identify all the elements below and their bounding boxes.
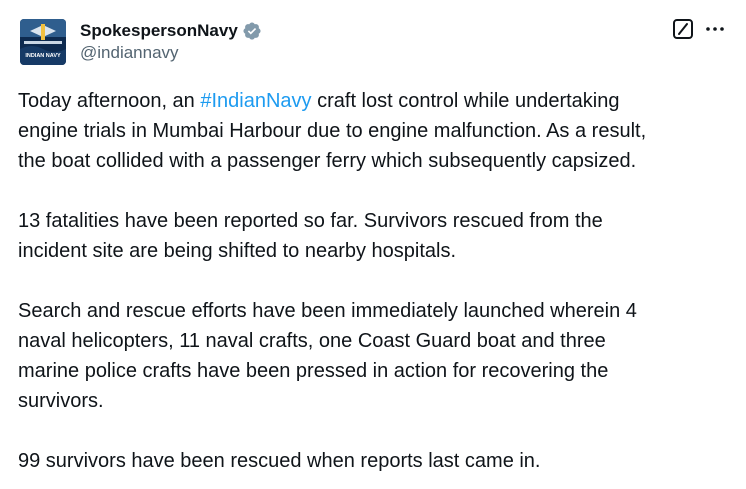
more-icon[interactable] bbox=[704, 18, 726, 40]
paragraph-1-line-1: Today afternoon, an #IndianNavy craft lo… bbox=[18, 86, 728, 116]
tweet-actions bbox=[672, 18, 726, 40]
paragraph-2: 13 fatalities have been reported so far.… bbox=[18, 206, 728, 266]
paragraph-1-line-2: engine trials in Mumbai Harbour due to e… bbox=[18, 120, 647, 142]
paragraph-3-line-1: Search and rescue efforts have been imme… bbox=[18, 300, 637, 322]
tweet-header: INDIAN NAVY SpokespersonNavy @indiannavy bbox=[18, 16, 728, 68]
author-handle[interactable]: @indiannavy bbox=[80, 42, 262, 64]
text-segment: craft lost control while undertaking bbox=[311, 90, 620, 112]
avatar-image: INDIAN NAVY bbox=[20, 19, 66, 65]
grok-icon[interactable] bbox=[672, 18, 694, 40]
text-segment: Today afternoon, an bbox=[18, 90, 201, 112]
tweet-text: Today afternoon, an #IndianNavy craft lo… bbox=[18, 86, 728, 476]
hashtag-link[interactable]: #IndianNavy bbox=[200, 90, 311, 112]
avatar[interactable]: INDIAN NAVY bbox=[20, 19, 66, 65]
avatar-text: INDIAN NAVY bbox=[25, 53, 61, 59]
paragraph-3: Search and rescue efforts have been imme… bbox=[18, 296, 728, 416]
paragraph-3-line-2: naval helicopters, 11 naval crafts, one … bbox=[18, 330, 606, 352]
paragraph-4-line-1: 99 survivors have been rescued when repo… bbox=[18, 450, 541, 472]
tweet-card: INDIAN NAVY SpokespersonNavy @indiannavy bbox=[0, 0, 746, 489]
paragraph-1-line-3: the boat collided with a passenger ferry… bbox=[18, 150, 637, 172]
paragraph-1: Today afternoon, an #IndianNavy craft lo… bbox=[18, 86, 728, 176]
paragraph-4: 99 survivors have been rescued when repo… bbox=[18, 446, 728, 476]
paragraph-2-line-2: incident site are being shifted to nearb… bbox=[18, 240, 457, 262]
paragraph-2-line-1: 13 fatalities have been reported so far.… bbox=[18, 210, 603, 232]
author-identity: SpokespersonNavy @indiannavy bbox=[80, 20, 262, 64]
paragraph-3-line-3: marine police crafts have been pressed i… bbox=[18, 360, 609, 382]
verified-badge-icon[interactable] bbox=[242, 21, 262, 41]
paragraph-3-line-4: survivors. bbox=[18, 390, 104, 412]
name-row: SpokespersonNavy bbox=[80, 20, 262, 42]
display-name[interactable]: SpokespersonNavy bbox=[80, 20, 238, 42]
